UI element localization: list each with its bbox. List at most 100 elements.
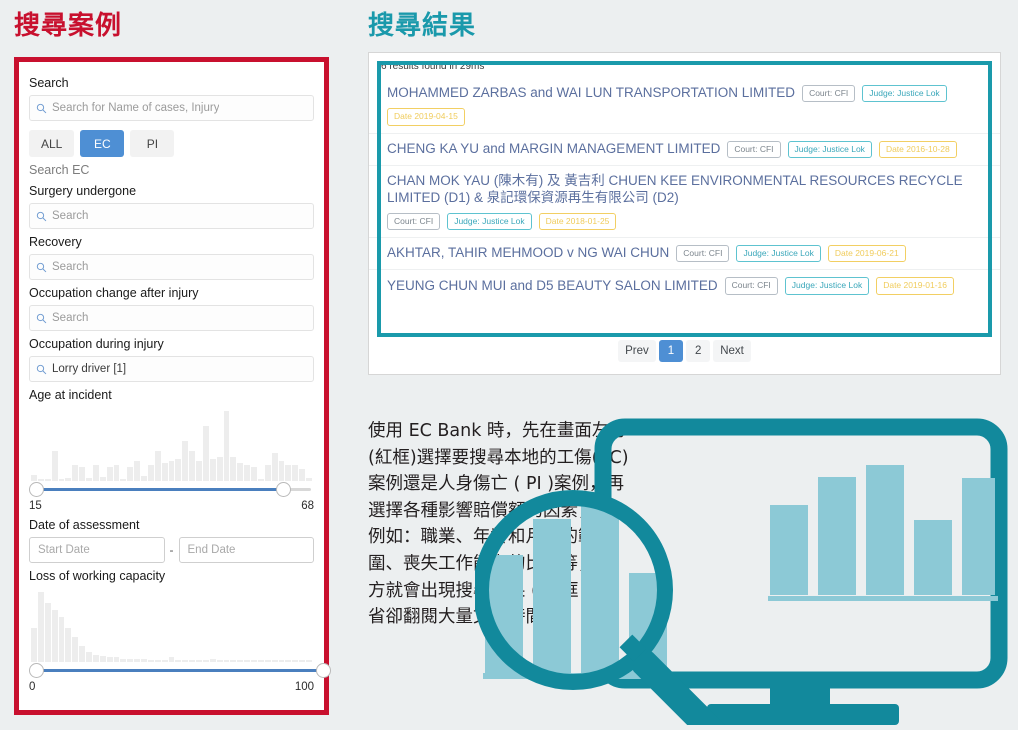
pagination-prev[interactable]: Prev [618, 340, 656, 362]
case-title[interactable]: MOHAMMED ZARBAS and WAI LUN TRANSPORTATI… [387, 85, 795, 102]
date-badge: Date 2019-04-15 [387, 108, 465, 126]
case-type-toggle-group: ALL EC PI [29, 130, 314, 157]
result-row[interactable]: YEUNG CHUN MUI and D5 BEAUTY SALON LIMIT… [369, 270, 1000, 301]
input-surgery-undergone-placeholder: Search [52, 210, 89, 222]
histogram-bar [189, 451, 195, 481]
result-row[interactable]: CHENG KA YU and MARGIN MANAGEMENT LIMITE… [369, 134, 1000, 167]
age-slider-legend: 15 68 [29, 500, 314, 512]
page-title-search-cases: 搜尋案例 [14, 10, 123, 40]
search-icon [30, 211, 52, 222]
toggle-all[interactable]: ALL [29, 130, 75, 157]
court-badge: Court: CFI [802, 85, 856, 103]
case-title[interactable]: AKHTAR, TAHIR MEHMOOD v NG WAI CHUN [387, 245, 669, 262]
search-label: Search [29, 76, 69, 90]
input-occupation-change-after-injury[interactable]: Search [29, 305, 314, 331]
input-occupation-during-injury[interactable]: Lorry driver [1] [29, 356, 314, 382]
histogram-bar [278, 461, 285, 481]
capacity-slider-min-label: 0 [29, 681, 36, 693]
search-ec-label: Search EC [29, 163, 90, 177]
pagination-page-1[interactable]: 1 [658, 340, 684, 362]
case-title[interactable]: CHENG KA YU and MARGIN MANAGEMENT LIMITE… [387, 141, 720, 158]
histogram-bar [44, 603, 51, 662]
monitor-bar-chart-magnifier-illustration [473, 415, 1015, 730]
age-slider-track[interactable] [29, 479, 314, 499]
histogram-bar [58, 616, 65, 662]
search-input[interactable]: Search for Name of cases, Injury [29, 95, 314, 121]
histogram-bar [175, 459, 182, 481]
histogram-bar [51, 451, 58, 481]
case-title[interactable]: CHAN MOK YAU (陳木有) 及 黃吉利 CHUEN KEE ENVIR… [387, 173, 988, 207]
label-occupation-during-injury: Occupation during injury [29, 337, 164, 351]
label-date-of-assessment: Date of assessment [29, 518, 140, 532]
court-badge: Court: CFI [724, 277, 778, 295]
judge-badge: Judge: Justice Lok [862, 85, 947, 103]
histogram-bar [202, 426, 209, 481]
loss-of-working-capacity-slider[interactable]: 0 100 [29, 588, 331, 693]
toggle-ec[interactable]: EC [80, 130, 125, 157]
search-filters-panel: Search Search for Name of cases, Injury … [14, 57, 331, 715]
date-range-separator: - [169, 543, 174, 557]
capacity-slider-track[interactable] [29, 660, 331, 680]
results-count-text: 6 results found in 29ms [381, 61, 485, 72]
pagination: Prev 1 2 Next [369, 340, 1000, 362]
toggle-pi[interactable]: PI [130, 130, 175, 157]
result-row[interactable]: CHAN MOK YAU (陳木有) 及 黃吉利 CHUEN KEE ENVIR… [369, 166, 1000, 239]
label-loss-of-working-capacity: Loss of working capacity [29, 569, 166, 583]
histogram-bar [209, 459, 216, 481]
judge-badge: Judge: Justice Lok [787, 140, 872, 159]
pagination-next[interactable]: Next [713, 340, 751, 362]
age-slider-handle-max[interactable] [275, 482, 291, 497]
end-date-input[interactable]: End Date [178, 537, 314, 563]
judge-badge: Judge: Justice Lok [784, 277, 870, 295]
age-slider-handle-min[interactable] [29, 482, 44, 497]
histogram-bar [65, 628, 72, 662]
date-badge: Date 2016-10-28 [878, 140, 957, 159]
results-list: MOHAMMED ZARBAS and WAI LUN TRANSPORTATI… [369, 78, 1000, 302]
judge-badge: Judge: Justice Lok [447, 212, 532, 231]
histogram-bar [72, 637, 79, 662]
search-input-placeholder: Search for Name of cases, Injury [52, 102, 220, 114]
age-at-incident-slider[interactable]: 15 68 [29, 407, 314, 512]
histogram-bar [271, 453, 278, 481]
input-occupation-during-injury-value: Lorry driver [1] [52, 363, 127, 375]
case-title[interactable]: YEUNG CHUN MUI and D5 BEAUTY SALON LIMIT… [387, 278, 718, 295]
histogram-bar [223, 411, 230, 481]
input-recovery[interactable]: Search [29, 254, 314, 280]
search-results-column: 搜尋結果 6 results found in 29ms MOHAMMED ZA… [345, 0, 1018, 730]
age-histogram [29, 407, 314, 481]
pagination-page-2[interactable]: 2 [686, 340, 711, 362]
age-slider-max-label: 68 [301, 500, 314, 512]
start-date-input[interactable]: Start Date [29, 537, 165, 563]
court-badge: Court: CFI [387, 212, 441, 231]
court-badge: Court: CFI [727, 140, 781, 159]
capacity-slider-handle-min[interactable] [29, 663, 44, 678]
date-badge: Date 2018-01-25 [538, 212, 617, 231]
search-icon [30, 262, 52, 273]
label-surgery-undergone: Surgery undergone [29, 184, 137, 198]
court-badge: Court: CFI [676, 245, 730, 263]
date-badge: Date 2019-01-16 [876, 277, 954, 295]
age-slider-fill [36, 488, 283, 491]
result-row[interactable]: AKHTAR, TAHIR MEHMOOD v NG WAI CHUN Court… [369, 238, 1000, 271]
judge-badge: Judge: Justice Lok [736, 245, 821, 263]
histogram-bar [182, 441, 189, 481]
search-icon [30, 364, 52, 375]
capacity-slider-max-label: 100 [294, 681, 314, 693]
label-recovery: Recovery [29, 235, 82, 249]
label-occupation-change-after-injury: Occupation change after injury [29, 286, 199, 300]
histogram-bar [31, 628, 37, 662]
capacity-slider-fill [36, 669, 323, 672]
capacity-histogram [29, 588, 314, 662]
result-row[interactable]: MOHAMMED ZARBAS and WAI LUN TRANSPORTATI… [369, 78, 1000, 134]
histogram-bar [134, 461, 140, 481]
input-occupation-change-after-injury-placeholder: Search [52, 312, 89, 324]
histogram-bar [196, 461, 202, 481]
input-surgery-undergone[interactable]: Search [29, 203, 314, 229]
capacity-slider-handle-max[interactable] [316, 663, 331, 678]
age-slider-min-label: 15 [29, 500, 42, 512]
histogram-bar [216, 457, 223, 481]
histogram-bar [230, 457, 237, 481]
search-icon [30, 103, 52, 114]
input-recovery-placeholder: Search [52, 261, 89, 273]
search-cases-column: 搜尋案例 Search Search for Name of cases, In… [0, 0, 345, 729]
